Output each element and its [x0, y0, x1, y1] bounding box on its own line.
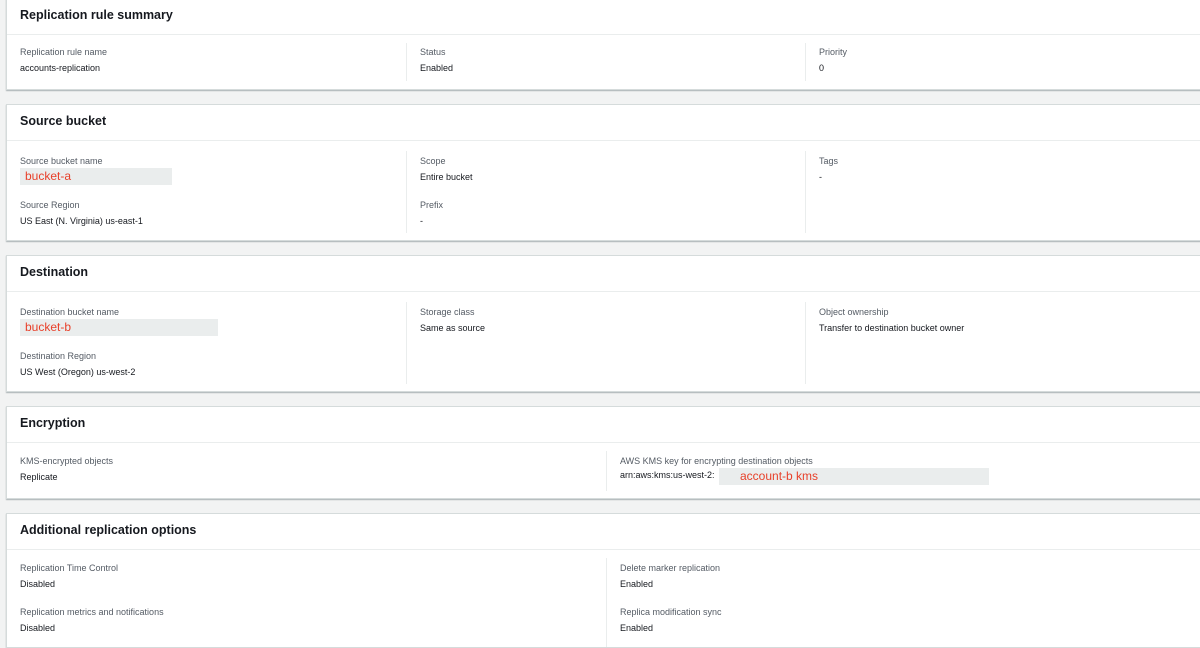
column-divider [805, 43, 806, 81]
panel-title: Additional replication options [7, 514, 1200, 550]
redacted-kms-key: account-b kms [719, 468, 989, 485]
field-value: Same as source [420, 323, 486, 333]
field-label: KMS-encrypted objects [20, 456, 114, 466]
redacted-bucket-name: bucket-a [20, 168, 172, 185]
rule-name-field: Replication rule name accounts-replicati… [20, 46, 107, 74]
encryption-panel: Encryption KMS-encrypted objects Replica… [6, 406, 1200, 499]
field-value: - [819, 172, 822, 182]
field-label: Prefix [420, 200, 444, 210]
column-divider [606, 558, 607, 647]
source-region-field: Source Region US East (N. Virginia) us-e… [20, 199, 143, 227]
field-value: US West (Oregon) us-west-2 [20, 367, 136, 377]
column-divider [805, 151, 806, 233]
field-value: Disabled [20, 623, 56, 633]
scope-field: Scope Entire bucket [420, 155, 473, 183]
field-label: Tags [819, 156, 839, 166]
field-label: Source bucket name [20, 156, 103, 166]
additional-replication-options-panel: Additional replication options Replicati… [6, 513, 1200, 648]
replication-rule-summary-panel: Replication rule summary Replication rul… [6, 0, 1200, 90]
field-value: Disabled [20, 579, 56, 589]
bucket-name-annotation: bucket-a [25, 169, 72, 183]
priority-field: Priority 0 [819, 46, 847, 74]
field-label: Status [420, 47, 446, 57]
field-label: Replication rule name [20, 47, 108, 57]
panel-title: Source bucket [7, 105, 1200, 141]
field-value: Enabled [420, 63, 454, 73]
storage-class-field: Storage class Same as source [420, 306, 485, 334]
field-label: Source Region [20, 200, 80, 210]
field-label: AWS KMS key for encrypting destination o… [620, 456, 813, 466]
field-value: Transfer to destination bucket owner [819, 323, 965, 333]
field-label: Destination bucket name [20, 307, 120, 317]
kms-key-arn-prefix: arn:aws:kms:us-west-2: [620, 470, 715, 480]
field-label: Object ownership [819, 307, 889, 317]
field-value: 0 [819, 63, 825, 73]
prefix-field: Prefix - [420, 199, 443, 227]
replica-sync-field: Replica modification sync Enabled [620, 606, 722, 634]
field-label: Replication Time Control [20, 563, 119, 573]
field-label: Replica modification sync [620, 607, 722, 617]
destination-region-field: Destination Region US West (Oregon) us-w… [20, 350, 135, 378]
field-label: Priority [819, 47, 848, 57]
field-value: Enabled [620, 623, 654, 633]
column-divider [805, 302, 806, 384]
delete-marker-field: Delete marker replication Enabled [620, 562, 720, 590]
source-bucket-panel: Source bucket Source bucket name bucket-… [6, 104, 1200, 241]
kms-key-annotation: account-b kms [740, 469, 819, 483]
field-value: Replicate [20, 472, 58, 482]
field-value: Entire bucket [420, 172, 473, 182]
column-divider [606, 451, 607, 491]
bucket-name-annotation: bucket-b [25, 320, 72, 334]
field-label: Storage class [420, 307, 475, 317]
field-value: accounts-replication [20, 63, 101, 73]
panel-title: Replication rule summary [7, 0, 1200, 35]
destination-panel: Destination Destination bucket name buck… [6, 255, 1200, 392]
metrics-field: Replication metrics and notifications Di… [20, 606, 164, 634]
field-value: - [420, 216, 423, 226]
field-label: Scope [420, 156, 446, 166]
column-divider [406, 302, 407, 384]
object-ownership-field: Object ownership Transfer to destination… [819, 306, 964, 334]
tags-field: Tags - [819, 155, 838, 183]
column-divider [406, 151, 407, 233]
field-label: Delete marker replication [620, 563, 721, 573]
field-label: Replication metrics and notifications [20, 607, 164, 617]
status-field: Status Enabled [420, 46, 453, 74]
field-value: US East (N. Virginia) us-east-1 [20, 216, 143, 226]
field-value: Enabled [620, 579, 654, 589]
destination-bucket-name-field: Destination bucket name [20, 306, 119, 318]
field-label: Destination Region [20, 351, 97, 361]
panel-title: Destination [7, 256, 1200, 292]
redacted-bucket-name: bucket-b [20, 319, 218, 336]
kms-objects-field: KMS-encrypted objects Replicate [20, 455, 113, 483]
rtc-field: Replication Time Control Disabled [20, 562, 118, 590]
source-bucket-name-field: Source bucket name [20, 155, 103, 167]
panel-title: Encryption [7, 407, 1200, 443]
column-divider [406, 43, 407, 81]
